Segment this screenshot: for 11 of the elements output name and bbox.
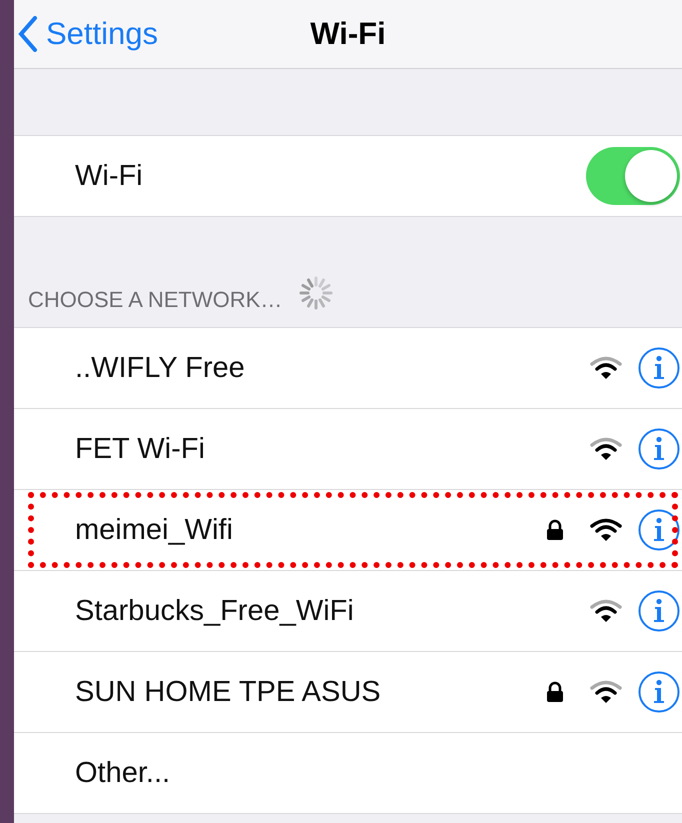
- wifi-toggle[interactable]: [586, 147, 680, 205]
- wifi-label: Wi-Fi: [75, 160, 144, 192]
- info-button[interactable]: [638, 509, 680, 551]
- back-chevron-icon: [18, 16, 38, 52]
- info-button[interactable]: [638, 428, 680, 470]
- info-button[interactable]: [638, 347, 680, 389]
- page-title: Wi-Fi: [310, 16, 386, 52]
- back-link[interactable]: Settings: [14, 16, 158, 52]
- section-header: CHOOSE A NETWORK…: [28, 287, 282, 313]
- info-button[interactable]: [638, 671, 680, 713]
- info-button[interactable]: [638, 590, 680, 632]
